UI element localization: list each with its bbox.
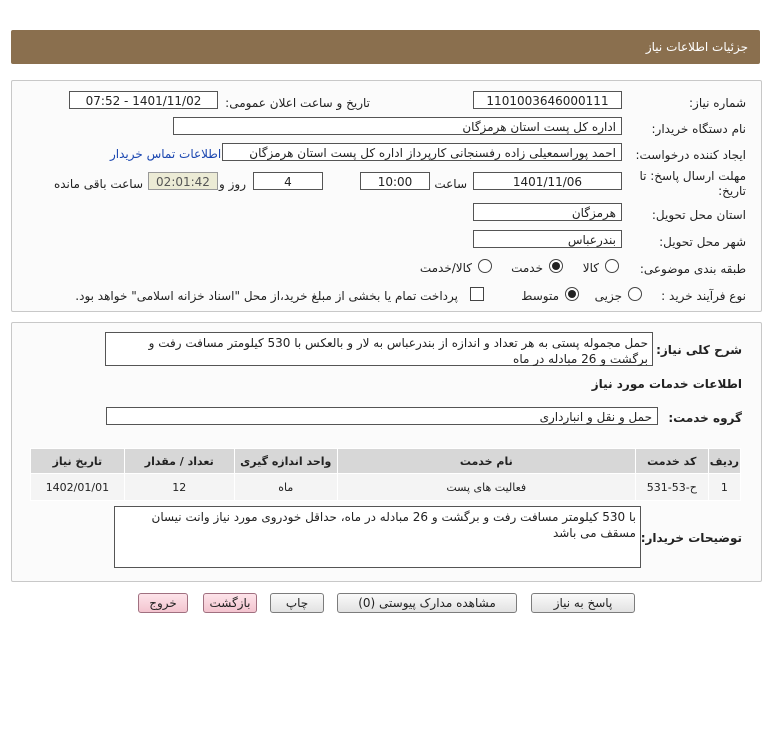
col-header-need-date: تاریخ نیاز bbox=[30, 448, 125, 474]
col-header-unit: واحد اندازه گیری bbox=[233, 448, 338, 474]
services-title: اطلاعات خدمات مورد نیاز bbox=[591, 377, 742, 391]
process-radio-medium[interactable] bbox=[565, 287, 579, 301]
deadline-label: مهلت ارسال پاسخ: تا bbox=[639, 169, 746, 183]
category-radio-goods-service[interactable] bbox=[478, 259, 492, 273]
category-option-goods-service: کالا/خدمت bbox=[419, 261, 472, 275]
process-radio-minor[interactable] bbox=[628, 287, 642, 301]
remaining-time-field: 02:01:42 bbox=[148, 172, 218, 190]
category-radio-service[interactable] bbox=[549, 259, 563, 273]
category-option-goods: کالا bbox=[582, 261, 599, 275]
reply-button[interactable]: پاسخ به نیاز bbox=[531, 593, 635, 613]
service-group-field: حمل و نقل و انبارداری bbox=[106, 407, 658, 425]
days-field: 4 bbox=[253, 172, 323, 190]
cell-unit: ماه bbox=[233, 473, 338, 501]
deadline-time-label: ساعت bbox=[434, 177, 467, 191]
days-label: روز و bbox=[219, 177, 246, 191]
remaining-label: ساعت باقی مانده bbox=[53, 177, 143, 191]
table-header-row: ردیف کد خدمت نام خدمت واحد اندازه گیری ت… bbox=[30, 448, 742, 474]
attachments-button[interactable]: مشاهده مدارک پیوستی (0) bbox=[337, 593, 517, 613]
city-field: بندرعباس bbox=[473, 230, 622, 248]
cell-service-name: فعالیت های پست bbox=[336, 473, 636, 501]
page-header: جزئیات اطلاعات نیاز bbox=[11, 30, 760, 64]
city-label: شهر محل تحویل: bbox=[659, 235, 746, 249]
announce-label: تاریخ و ساعت اعلان عمومی: bbox=[225, 96, 370, 110]
buyer-org-label: نام دستگاه خریدار: bbox=[651, 122, 747, 136]
creator-label: ایجاد کننده درخواست: bbox=[635, 148, 746, 162]
need-number-field: 1101003646000111 bbox=[473, 91, 622, 109]
process-option-medium: متوسط bbox=[521, 289, 559, 303]
need-info-box bbox=[11, 80, 762, 312]
cell-quantity: 12 bbox=[123, 473, 235, 501]
cell-service-code: ح-53-531 bbox=[634, 473, 709, 501]
creator-field: احمد پوراسمعیلی زاده رفسنجانی کارپرداز ا… bbox=[222, 143, 622, 161]
need-number-label: شماره نیاز: bbox=[689, 96, 746, 110]
category-radio-goods[interactable] bbox=[605, 259, 619, 273]
col-header-service-name: نام خدمت bbox=[336, 448, 636, 474]
col-header-service-code: کد خدمت bbox=[634, 448, 709, 474]
buyer-notes-text: با 530 کیلومتر مسافت رفت و برگشت و 26 مب… bbox=[114, 506, 641, 568]
category-option-service: خدمت bbox=[511, 261, 543, 275]
payment-note: پرداخت تمام یا بخشی از مبلغ خرید،از محل … bbox=[75, 289, 458, 303]
exit-button[interactable]: خروج bbox=[138, 593, 188, 613]
cell-need-date: 1402/01/01 bbox=[30, 473, 125, 501]
process-option-minor: جزیی bbox=[594, 289, 622, 303]
announce-field: 1401/11/02 - 07:52 bbox=[69, 91, 218, 109]
province-field: هرمزگان bbox=[473, 203, 622, 221]
cell-row-number: 1 bbox=[707, 473, 742, 501]
buyer-notes-label: توضیحات خریدار: bbox=[640, 531, 742, 545]
deadline-label-date: تاریخ: bbox=[718, 184, 746, 198]
service-group-label: گروه خدمت: bbox=[668, 411, 742, 425]
deadline-time-field: 10:00 bbox=[360, 172, 430, 190]
col-header-quantity: تعداد / مقدار bbox=[123, 448, 235, 474]
print-button[interactable]: چاپ bbox=[270, 593, 324, 613]
treasury-checkbox[interactable] bbox=[470, 287, 484, 301]
process-label: نوع فرآیند خرید : bbox=[661, 289, 746, 303]
category-label: طبقه بندی موضوعی: bbox=[639, 262, 746, 276]
services-table: ردیف کد خدمت نام خدمت واحد اندازه گیری ت… bbox=[30, 448, 742, 501]
contact-info-link[interactable]: اطلاعات تماس خریدار bbox=[110, 147, 221, 161]
col-header-row-number: ردیف bbox=[707, 448, 742, 474]
back-button[interactable]: بازگشت bbox=[203, 593, 257, 613]
province-label: استان محل تحویل: bbox=[651, 208, 746, 222]
page-title: جزئیات اطلاعات نیاز bbox=[645, 40, 748, 54]
table-row: 1 ح-53-531 فعالیت های پست ماه 12 1402/01… bbox=[30, 473, 742, 501]
deadline-date-field: 1401/11/06 bbox=[473, 172, 622, 190]
summary-text: حمل مجموله پستی به هر تعداد و اندازه از … bbox=[105, 332, 653, 366]
summary-label: شرح کلی نیاز: bbox=[656, 343, 742, 357]
buyer-org-field: اداره کل پست استان هرمزگان bbox=[173, 117, 622, 135]
